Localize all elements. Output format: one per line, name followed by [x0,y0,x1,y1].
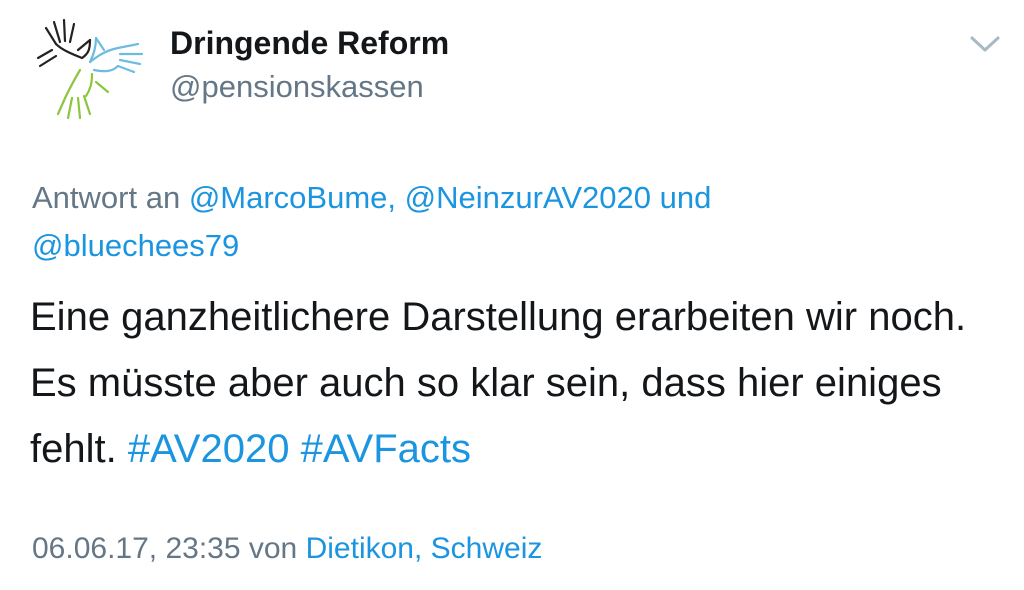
tweet-timestamp[interactable]: 06.06.17, 23:35 [32,532,241,565]
hashtag-link[interactable]: #AVFacts [301,427,471,471]
tweet-meta: 06.06.17, 23:35 von Dietikon, Schweiz [32,529,542,569]
reply-prefix: Antwort an [32,180,181,215]
tweet-card: Dringende Reform @pensionskassen Antwort… [0,0,1024,590]
mention-link[interactable]: @MarcoBume, [189,180,396,215]
mention-link[interactable]: @bluechees79 [32,228,239,263]
tweet-text: Eine ganzheitlichere Darstellung erarbei… [30,284,990,482]
author-handle[interactable]: @pensionskassen [170,68,449,106]
tweet-author[interactable]: Dringende Reform @pensionskassen [170,24,449,106]
location-link[interactable]: Dietikon, Schweiz [306,532,543,565]
author-display-name[interactable]: Dringende Reform [170,24,449,62]
chevron-down-icon[interactable] [968,32,1002,56]
hands-logo-icon[interactable] [34,14,146,122]
hashtag-link[interactable]: #AV2020 [128,427,290,471]
via-label: von [248,532,298,565]
mention-link[interactable]: @NeinzurAV2020 [405,180,651,215]
reply-conjunction: und [659,180,712,215]
reply-context: Antwort an @MarcoBume, @NeinzurAV2020 un… [32,174,912,270]
